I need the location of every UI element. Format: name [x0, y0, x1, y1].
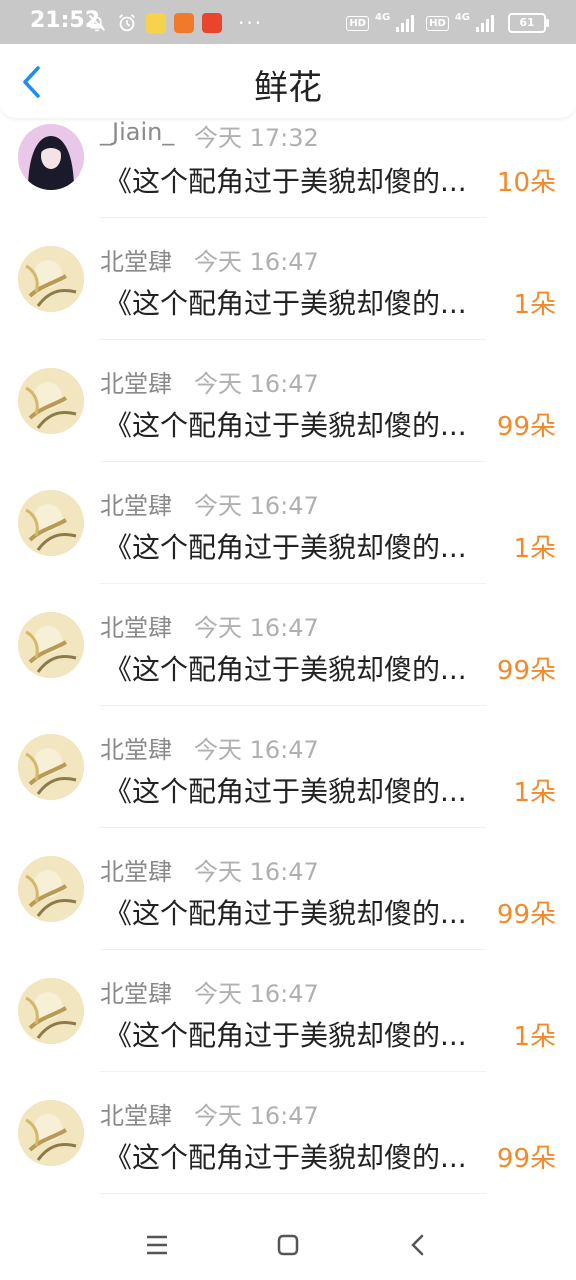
- alarm-icon: [119, 14, 135, 32]
- page-title: 鲜花: [254, 68, 322, 108]
- more-notifications: ···: [238, 11, 264, 35]
- flower-count: 10朵: [496, 168, 556, 198]
- system-indicators: HD 4G HD 4G 61: [346, 10, 549, 36]
- timestamp: 今天 16:47: [194, 614, 319, 642]
- timestamp: 今天 16:47: [194, 370, 319, 398]
- timestamp: 今天 16:47: [194, 492, 319, 520]
- notification-icons: ···: [86, 10, 263, 36]
- list-item[interactable]: 北堂肆 今天 16:47 《这个配角过于美貌却傻的... 1朵: [0, 706, 576, 828]
- flower-count: 99朵: [496, 656, 556, 686]
- flower-count: 1朵: [513, 1022, 556, 1052]
- book-title: 《这个配角过于美貌却傻的...: [104, 409, 467, 442]
- sender-name: _Jiain_: [100, 118, 175, 146]
- hd-badge: HD: [346, 15, 369, 31]
- menu-icon[interactable]: [140, 1228, 174, 1262]
- flower-count: 99朵: [496, 900, 556, 930]
- avatar[interactable]: [18, 734, 84, 800]
- list-item[interactable]: 北堂肆 今天 16:47 《这个配角过于美貌却傻的... 1朵: [0, 218, 576, 340]
- app-icon-1: [146, 13, 166, 33]
- avatar[interactable]: [18, 246, 84, 312]
- avatar[interactable]: [18, 856, 84, 922]
- timestamp: 今天 16:47: [194, 980, 319, 1008]
- flower-list: _Jiain_ 今天 17:32 《这个配角过于美貌却傻的... 10朵 北堂肆 今天 1…: [0, 118, 576, 1194]
- divider: [100, 1193, 486, 1194]
- avatar[interactable]: [18, 978, 84, 1044]
- system-nav-bar: [0, 1210, 576, 1280]
- back-icon[interactable]: [401, 1228, 435, 1262]
- book-title: 《这个配角过于美貌却傻的...: [104, 1019, 467, 1052]
- network-type: 4G: [374, 11, 391, 23]
- flower-count: 1朵: [513, 778, 556, 808]
- sender-name: 北堂肆: [100, 248, 172, 276]
- app-icon-3: [202, 13, 222, 33]
- avatar[interactable]: [18, 1100, 84, 1166]
- sender-name: 北堂肆: [100, 614, 172, 642]
- sender-name: 北堂肆: [100, 492, 172, 520]
- timestamp: 今天 16:47: [194, 736, 319, 764]
- avatar[interactable]: [18, 612, 84, 678]
- sender-name: 北堂肆: [100, 736, 172, 764]
- book-title: 《这个配角过于美貌却傻的...: [104, 165, 467, 198]
- book-title: 《这个配角过于美貌却傻的...: [104, 1141, 467, 1174]
- sender-name: 北堂肆: [100, 858, 172, 886]
- sender-name: 北堂肆: [100, 980, 172, 1008]
- book-title: 《这个配角过于美貌却傻的...: [104, 287, 467, 320]
- battery-icon: 61: [508, 13, 549, 33]
- timestamp: 今天 16:47: [194, 1102, 319, 1130]
- bell-off-icon: [89, 15, 105, 32]
- timestamp: 今天 16:47: [194, 858, 319, 886]
- list-item[interactable]: 北堂肆 今天 16:47 《这个配角过于美貌却傻的... 99朵: [0, 1072, 576, 1194]
- flower-count: 1朵: [513, 290, 556, 320]
- book-title: 《这个配角过于美貌却傻的...: [104, 775, 467, 808]
- status-bar: 21:52 ··· HD 4G HD 4G 61: [0, 0, 576, 44]
- list-item[interactable]: 北堂肆 今天 16:47 《这个配角过于美貌却傻的... 99朵: [0, 340, 576, 462]
- list-item[interactable]: _Jiain_ 今天 17:32 《这个配角过于美貌却傻的... 10朵: [0, 118, 576, 218]
- sender-name: 北堂肆: [100, 1102, 172, 1130]
- top-app-bar: 鲜花: [0, 44, 576, 118]
- timestamp: 今天 17:32: [194, 124, 319, 152]
- book-title: 《这个配角过于美貌却傻的...: [104, 897, 467, 930]
- sender-name: 北堂肆: [100, 370, 172, 398]
- signal-icon: [396, 14, 415, 32]
- timestamp: 今天 16:47: [194, 248, 319, 276]
- home-icon[interactable]: [271, 1228, 305, 1262]
- flower-count: 99朵: [496, 412, 556, 442]
- list-item[interactable]: 北堂肆 今天 16:47 《这个配角过于美貌却傻的... 1朵: [0, 950, 576, 1072]
- avatar[interactable]: [18, 490, 84, 556]
- list-item[interactable]: 北堂肆 今天 16:47 《这个配角过于美貌却傻的... 1朵: [0, 462, 576, 584]
- signal-icon-2: [476, 14, 494, 32]
- avatar[interactable]: [18, 124, 84, 190]
- book-title: 《这个配角过于美貌却傻的...: [104, 531, 467, 564]
- flower-count: 99朵: [496, 1144, 556, 1174]
- list-item[interactable]: 北堂肆 今天 16:47 《这个配角过于美貌却傻的... 99朵: [0, 584, 576, 706]
- network-type-2: 4G: [454, 11, 470, 23]
- book-title: 《这个配角过于美貌却傻的...: [104, 653, 467, 686]
- list-item[interactable]: 北堂肆 今天 16:47 《这个配角过于美貌却傻的... 99朵: [0, 828, 576, 950]
- app-icon-2: [174, 13, 194, 33]
- hd-badge-2: HD: [426, 15, 449, 31]
- flower-count: 1朵: [513, 534, 556, 564]
- avatar[interactable]: [18, 368, 84, 434]
